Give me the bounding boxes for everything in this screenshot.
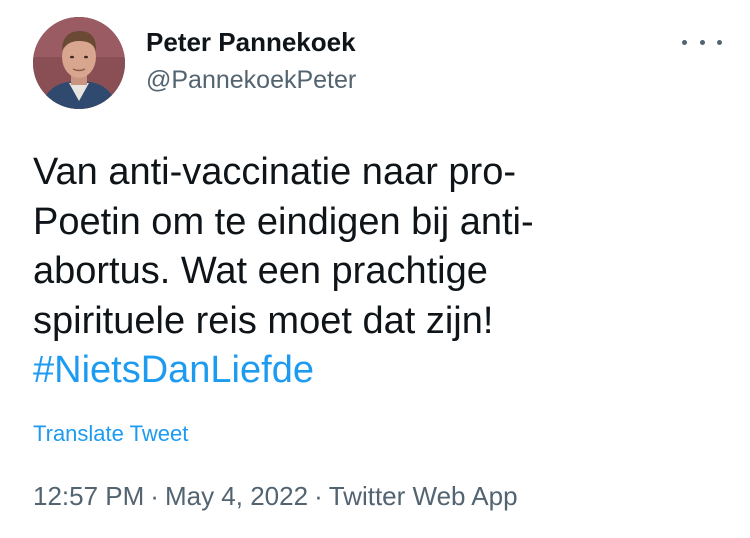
more-horizontal-icon <box>717 39 722 45</box>
translate-tweet-link[interactable]: Translate Tweet <box>33 421 188 447</box>
tweet-card: Peter Pannekoek @PannekoekPeter Van anti… <box>0 0 750 538</box>
tweet-source[interactable]: Twitter Web App <box>329 481 518 511</box>
separator: · <box>150 481 159 511</box>
tweet-metadata: 12:57 PM · May 4, 2022 · Twitter Web App <box>33 481 518 512</box>
avatar-image <box>33 17 125 109</box>
hashtag-link[interactable]: #NietsDanLiefde <box>33 346 673 396</box>
author-handle[interactable]: @PannekoekPeter <box>146 66 356 95</box>
tweet-text: Van anti-vaccinatie naar pro- Poetin om … <box>33 148 673 396</box>
tweet-text-line: Poetin om te eindigen bij anti- <box>33 200 534 243</box>
tweet-date[interactable]: May 4, 2022 <box>165 481 308 511</box>
more-horizontal-icon <box>699 39 705 45</box>
separator: · <box>314 481 323 511</box>
more-options-button[interactable] <box>682 30 722 54</box>
tweet-time[interactable]: 12:57 PM <box>33 481 144 511</box>
more-horizontal-icon <box>682 39 687 45</box>
tweet-text-line: spirituele reis moet dat zijn! <box>33 299 494 342</box>
author-display-name[interactable]: Peter Pannekoek <box>146 27 356 58</box>
tweet-text-line: Van anti-vaccinatie naar pro- <box>33 151 516 193</box>
tweet-text-line: abortus. Wat een prachtige <box>33 250 488 292</box>
avatar[interactable] <box>33 17 125 109</box>
